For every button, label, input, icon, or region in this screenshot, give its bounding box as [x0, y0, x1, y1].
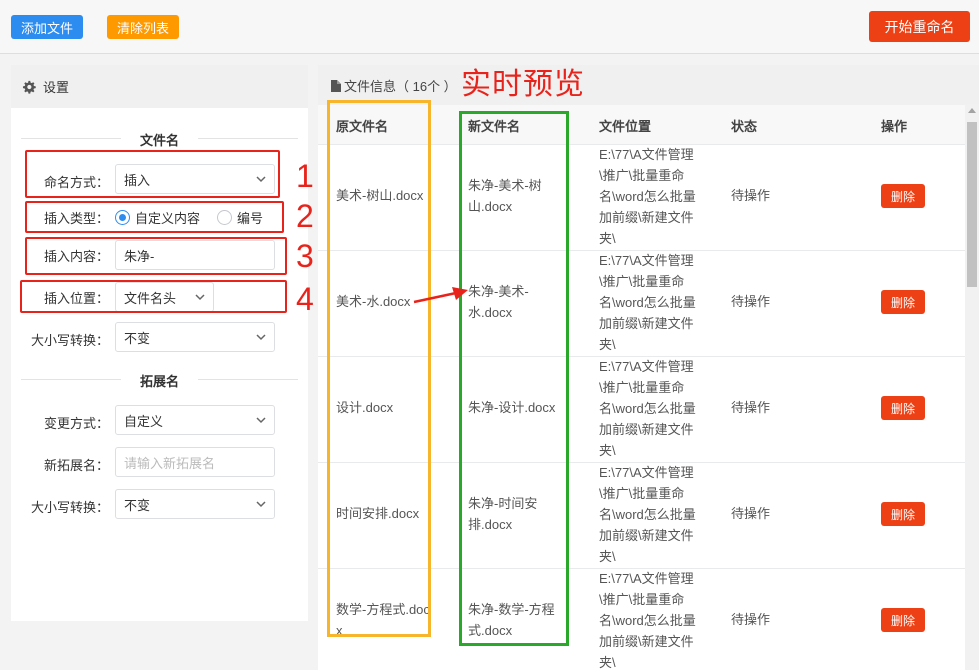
column-header-location: 文件位置 — [599, 119, 652, 134]
new-ext-label: 新拓展名： — [43, 458, 109, 473]
ext-change-label: 变更方式： — [43, 416, 109, 431]
settings-title: 设置 — [43, 80, 70, 95]
document-icon — [331, 79, 341, 92]
annotation-box-2 — [25, 201, 284, 233]
arrow-right-icon — [413, 287, 468, 304]
chevron-down-icon — [256, 417, 266, 424]
annotation-number-4: 4 — [296, 281, 314, 317]
annotation-box-3 — [25, 237, 287, 275]
status-cell: 待操作 — [731, 612, 771, 627]
status-cell: 待操作 — [731, 506, 771, 521]
delete-button[interactable]: 删除 — [881, 396, 925, 420]
case-label: 大小写转换： — [30, 333, 109, 348]
file-info-header: 文件信息（ 16个 ） — [331, 76, 457, 95]
location-cell: E:\77\A文件管理\推广\批量重命名\word怎么批量加前缀\新建文件夹\ — [599, 359, 696, 458]
column-header-status: 状态 — [731, 119, 758, 134]
new-column-highlight — [459, 111, 569, 646]
location-cell: E:\77\A文件管理\推广\批量重命名\word怎么批量加前缀\新建文件夹\ — [599, 147, 696, 246]
annotation-box-1 — [25, 150, 280, 198]
status-cell: 待操作 — [731, 294, 771, 309]
delete-button[interactable]: 删除 — [881, 290, 925, 314]
original-column-highlight — [327, 100, 431, 637]
ext-change-select[interactable]: 自定义 — [115, 405, 275, 435]
scrollbar-thumb[interactable] — [967, 122, 977, 287]
toolbar: 添加文件 清除列表 开始重命名 — [0, 0, 979, 54]
clear-list-button[interactable]: 清除列表 — [107, 15, 179, 39]
file-info-title: 文件信息（ 16个 ） — [344, 79, 457, 94]
ext-case-label: 大小写转换： — [30, 500, 109, 515]
chevron-down-icon — [256, 501, 266, 508]
status-cell: 待操作 — [731, 188, 771, 203]
filename-section-title: 文件名 — [11, 130, 308, 149]
add-file-button[interactable]: 添加文件 — [11, 15, 83, 39]
location-cell: E:\77\A文件管理\推广\批量重命名\word怎么批量加前缀\新建文件夹\ — [599, 571, 696, 670]
start-rename-button[interactable]: 开始重命名 — [869, 11, 970, 42]
delete-button[interactable]: 删除 — [881, 184, 925, 208]
annotation-box-4 — [20, 280, 287, 313]
delete-button[interactable]: 删除 — [881, 608, 925, 632]
table-scrollbar[interactable] — [965, 104, 979, 670]
annotation-number-2: 2 — [296, 198, 314, 234]
column-header-action: 操作 — [881, 119, 908, 134]
realtime-preview-annotation: 实时预览 — [461, 68, 585, 101]
extension-section-title: 拓展名 — [11, 371, 308, 390]
ext-case-select[interactable]: 不变 — [115, 489, 275, 519]
annotation-number-3: 3 — [296, 238, 314, 274]
chevron-down-icon — [256, 334, 266, 341]
location-cell: E:\77\A文件管理\推广\批量重命名\word怎么批量加前缀\新建文件夹\ — [599, 465, 696, 564]
settings-panel: 设置 文件名 命名方式： 插入 插入类型： 自定义内容 编号 插入内容： 朱净-… — [11, 65, 308, 621]
annotation-number-1: 1 — [296, 158, 314, 194]
status-cell: 待操作 — [731, 400, 771, 415]
settings-header: 设置 — [11, 65, 308, 108]
delete-button[interactable]: 删除 — [881, 502, 925, 526]
new-ext-input[interactable]: 请输入新拓展名 — [115, 447, 275, 477]
location-cell: E:\77\A文件管理\推广\批量重命名\word怎么批量加前缀\新建文件夹\ — [599, 253, 696, 352]
gear-icon — [22, 80, 36, 94]
scroll-up-arrow-icon[interactable] — [968, 108, 976, 113]
case-select[interactable]: 不变 — [115, 322, 275, 352]
